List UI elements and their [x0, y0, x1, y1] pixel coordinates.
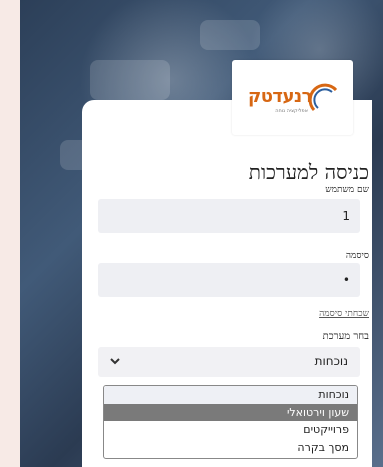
- system-select-label: בחר מערכת: [322, 331, 369, 342]
- chevron-down-icon: [110, 358, 120, 365]
- username-field[interactable]: 1: [98, 199, 360, 233]
- logo-subtext: אפליקציה נוחה: [275, 108, 308, 114]
- system-select-value: נוכחות: [314, 354, 348, 368]
- system-option-virtual-clock[interactable]: שעון וירטואלי: [104, 403, 357, 421]
- logo-text: רנעדטק: [247, 86, 313, 107]
- logo-swoosh-icon: [308, 83, 338, 112]
- system-option-projects[interactable]: פרוייקטים: [104, 421, 357, 439]
- system-select[interactable]: נוכחות: [98, 347, 360, 377]
- page-title: כניסה למערכות: [248, 160, 369, 184]
- password-label: סיסמה: [345, 251, 369, 261]
- system-option-attendance[interactable]: נוכחות: [104, 386, 357, 404]
- company-logo: רנעדטק אפליקציה נוחה: [244, 80, 342, 120]
- password-field[interactable]: •: [98, 263, 360, 297]
- logo-container: רנעדטק אפליקציה נוחה: [232, 60, 353, 135]
- left-edge-strip: [0, 0, 20, 467]
- system-dropdown-list[interactable]: נוכחות שעון וירטואלי פרוייקטים מסך בקרה: [103, 385, 358, 459]
- system-option-control-screen[interactable]: מסך בקרה: [104, 439, 357, 457]
- forgot-password-link[interactable]: שכחתי סיסמה: [319, 308, 369, 319]
- username-label: שם משתמש: [325, 185, 369, 195]
